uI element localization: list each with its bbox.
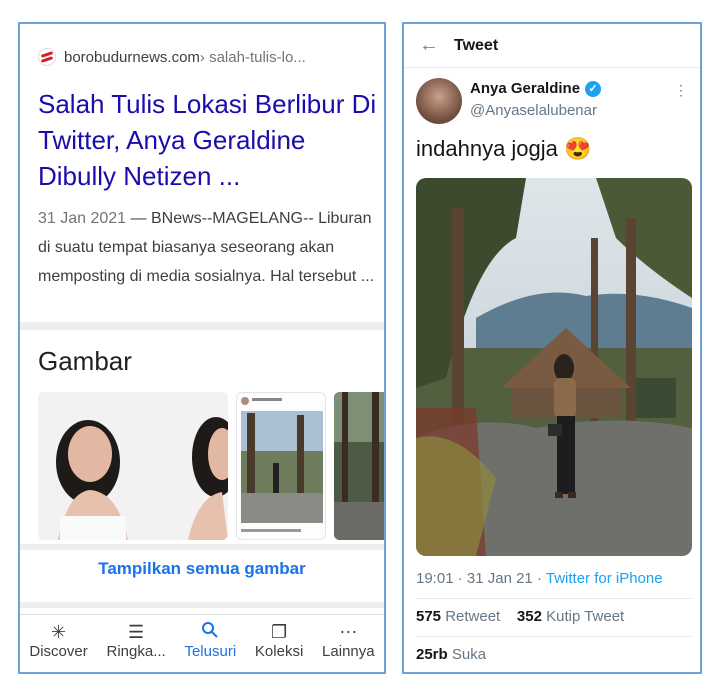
google-search-panel: borobudurnews.com › salah-tulis-lo... Sa… <box>18 22 386 674</box>
result-date: 31 Jan 2021 <box>38 210 127 227</box>
nav-more[interactable]: ⋯ Lainnya <box>322 621 375 660</box>
result-site: borobudurnews.com <box>64 48 200 66</box>
tweet-header: ← Tweet <box>404 24 700 68</box>
user-handle[interactable]: @Anyaselalubenar <box>470 102 597 119</box>
quote-count-link[interactable]: 352 Kutip Tweet <box>517 608 624 625</box>
summary-icon: ☰ <box>128 622 145 642</box>
image-thumbnail[interactable] <box>334 392 384 540</box>
back-arrow-icon[interactable]: ← <box>404 34 454 57</box>
result-snippet: 31 Jan 2021 — BNews--MAGELANG-- Liburan … <box>38 204 378 291</box>
verified-badge-icon: ✓ <box>585 80 602 97</box>
nav-label: Telusuri <box>184 643 237 660</box>
like-count-link[interactable]: 25rb Suka <box>416 646 486 663</box>
tweet-photo[interactable] <box>416 178 692 556</box>
images-heading: Gambar <box>38 346 132 376</box>
section-divider <box>20 322 384 330</box>
nav-label: Koleksi <box>254 643 304 660</box>
nav-collections[interactable]: ❐ Koleksi <box>255 621 303 660</box>
display-name-text: Anya Geraldine <box>470 80 581 97</box>
nav-label: Ringka... <box>106 643 166 660</box>
meta-dot: · <box>457 570 467 587</box>
tweet-stats: 575 Retweet 352 Kutip Tweet <box>416 608 624 625</box>
tweet-header-title: Tweet <box>454 36 499 54</box>
section-divider <box>20 602 384 608</box>
collections-icon: ❐ <box>271 622 288 642</box>
more-icon: ⋯ <box>339 622 358 642</box>
result-source[interactable]: borobudurnews.com › salah-tulis-lo... <box>38 48 306 66</box>
tweet-panel: ← Tweet Anya Geraldine ✓ @Anyaselalubena… <box>402 22 702 674</box>
site-favicon-icon <box>38 48 56 66</box>
tweet-client-link[interactable]: Twitter for iPhone <box>546 570 663 587</box>
nav-summary[interactable]: ☰ Ringka... <box>107 621 166 660</box>
tweet-time: 19:01 <box>416 570 454 587</box>
tweet-text: indahnya jogja 😍 <box>416 136 592 161</box>
search-icon <box>201 621 219 643</box>
result-title-link[interactable]: Salah Tulis Lokasi Berlibur Di Twitter, … <box>38 86 378 194</box>
nav-label: Discover <box>29 643 88 660</box>
tweet-date: 31 Jan 21 <box>466 570 533 587</box>
nav-discover[interactable]: ✳ Discover <box>29 621 87 660</box>
nav-search[interactable]: Telusuri <box>184 621 236 660</box>
more-options-icon[interactable]: ⋮ <box>674 82 688 99</box>
meta-dot: · <box>536 570 546 587</box>
image-thumbnails <box>38 392 384 540</box>
image-thumbnail[interactable] <box>236 392 326 540</box>
divider <box>416 598 692 599</box>
avatar[interactable] <box>416 78 462 124</box>
display-name[interactable]: Anya Geraldine ✓ <box>470 80 602 97</box>
image-thumbnail[interactable] <box>38 392 228 540</box>
result-path: › salah-tulis-lo... <box>199 48 306 66</box>
tweet-meta: 19:01 · 31 Jan 21 · Twitter for iPhone <box>416 570 663 587</box>
show-all-images-button[interactable]: Tampilkan semua gambar <box>20 559 384 579</box>
bottom-navigation: ✳ Discover ☰ Ringka... Telusuri ❐ Koleks… <box>20 614 384 672</box>
retweet-count-link[interactable]: 575 Retweet <box>416 608 500 625</box>
divider <box>416 636 692 637</box>
asterisk-icon: ✳ <box>51 622 67 642</box>
nav-label: Lainnya <box>322 643 375 660</box>
section-divider <box>20 544 384 550</box>
